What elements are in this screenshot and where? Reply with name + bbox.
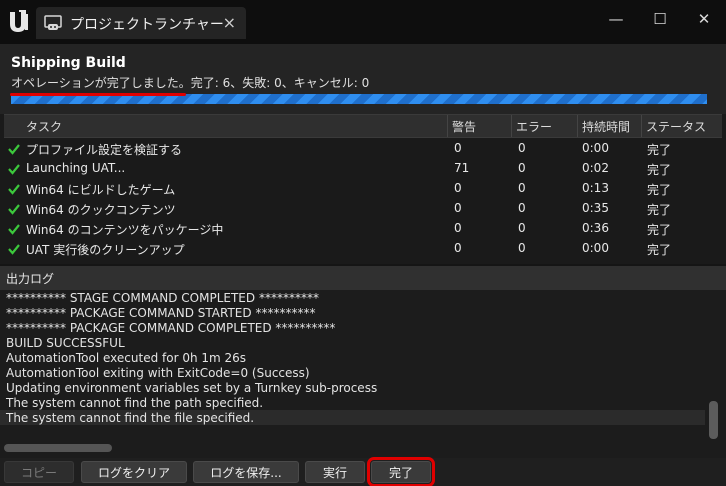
tab-close-icon[interactable]: × (223, 13, 236, 32)
log-line: ********** PACKAGE COMMAND COMPLETED ***… (6, 321, 336, 335)
check-icon (8, 144, 20, 155)
task-name: プロファイル設定を検証する (26, 143, 183, 157)
task-duration: 0:35 (582, 201, 609, 215)
task-warnings: 0 (454, 241, 462, 255)
table-row[interactable]: Win64 にビルドしたゲーム 0 0 0:13 完了 (4, 179, 722, 199)
task-errors: 0 (518, 141, 526, 155)
task-warnings: 0 (454, 181, 462, 195)
task-status: 完了 (647, 183, 672, 197)
task-errors: 0 (518, 241, 526, 255)
check-icon (8, 224, 20, 235)
output-log-title: 出力ログ (6, 272, 55, 286)
table-row[interactable]: Win64 のコンテンツをパッケージ中 0 0 0:36 完了 (4, 219, 722, 239)
job-status-text: オペレーションが完了しました。完了: 6、失敗: 0、キャンセル: 0 (11, 76, 370, 90)
table-row[interactable]: Win64 のクックコンテンツ 0 0 0:35 完了 (4, 199, 722, 219)
close-button[interactable]: ✕ (686, 6, 722, 32)
column-header-errors[interactable]: エラー (516, 118, 552, 135)
column-header-duration[interactable]: 持続時間 (582, 118, 630, 135)
log-horizontal-scrollbar[interactable] (4, 444, 112, 452)
task-name: Win64 のクックコンテンツ (26, 203, 176, 217)
task-errors: 0 (518, 201, 526, 215)
log-line: AutomationTool executed for 0h 1m 26s (6, 351, 247, 365)
column-divider (447, 115, 448, 137)
task-table-header: タスク 警告 エラー 持続時間 ステータス (4, 114, 722, 138)
column-header-task[interactable]: タスク (26, 118, 62, 135)
table-row[interactable]: UAT 実行後のクリーンアップ 0 0 0:00 完了 (4, 239, 722, 259)
task-warnings: 0 (454, 141, 462, 155)
task-status: 完了 (647, 243, 672, 257)
task-status: 完了 (647, 143, 672, 157)
tab-title: プロジェクトランチャー (70, 17, 224, 33)
minimize-button[interactable]: — (598, 6, 634, 32)
task-warnings: 0 (454, 201, 462, 215)
output-log-header: 出力ログ (0, 266, 726, 290)
column-divider (641, 115, 642, 137)
annotation-underline (10, 93, 186, 96)
task-errors: 0 (518, 221, 526, 235)
task-status: 完了 (647, 223, 672, 237)
clear-log-button[interactable]: ログをクリア (81, 461, 187, 483)
column-divider (577, 115, 578, 137)
check-icon (8, 164, 20, 175)
gamepad-icon (44, 15, 62, 30)
unreal-logo-icon (10, 10, 28, 32)
maximize-button[interactable]: ☐ (642, 6, 678, 32)
task-duration: 0:00 (582, 141, 609, 155)
column-header-status[interactable]: ステータス (646, 118, 706, 135)
task-errors: 0 (518, 161, 526, 175)
column-header-warnings[interactable]: 警告 (452, 118, 476, 135)
check-icon (8, 184, 20, 195)
job-title: Shipping Build (11, 55, 126, 71)
log-line: The system cannot find the file specifie… (6, 411, 255, 425)
table-row[interactable]: プロファイル設定を検証する 0 0 0:00 完了 (4, 139, 722, 159)
task-warnings: 71 (454, 161, 470, 175)
log-line: AutomationTool exiting with ExitCode=0 (… (6, 366, 310, 380)
launcher-tab[interactable]: プロジェクトランチャー × (36, 7, 246, 39)
log-vertical-scrollbar[interactable] (709, 401, 718, 439)
log-line: ********** STAGE COMMAND COMPLETED *****… (6, 291, 319, 305)
task-name: Launching UAT... (26, 161, 126, 175)
log-line: Updating environment variables set by a … (6, 381, 378, 395)
task-warnings: 0 (454, 221, 462, 235)
title-bar: プロジェクトランチャー × — ☐ ✕ (0, 0, 726, 44)
task-errors: 0 (518, 181, 526, 195)
table-row[interactable]: Launching UAT... 71 0 0:02 完了 (4, 159, 722, 179)
check-icon (8, 204, 20, 215)
copy-button[interactable]: コピー (4, 461, 74, 483)
task-duration: 0:36 (582, 221, 609, 235)
check-icon (8, 244, 20, 255)
task-name: Win64 にビルドしたゲーム (26, 183, 176, 197)
task-name: Win64 のコンテンツをパッケージ中 (26, 223, 224, 237)
column-divider (511, 115, 512, 137)
log-line: The system cannot find the path specifie… (6, 396, 264, 410)
task-name: UAT 実行後のクリーンアップ (26, 243, 185, 257)
task-status: 完了 (647, 203, 672, 217)
task-status: 完了 (647, 163, 672, 177)
log-line: ********** PACKAGE COMMAND STARTED *****… (6, 306, 316, 320)
task-duration: 0:02 (582, 161, 609, 175)
run-button[interactable]: 実行 (305, 461, 365, 483)
log-line: BUILD SUCCESSFUL (6, 336, 125, 350)
task-duration: 0:00 (582, 241, 609, 255)
task-duration: 0:13 (582, 181, 609, 195)
save-log-button[interactable]: ログを保存... (193, 461, 299, 483)
done-button[interactable]: 完了 (367, 457, 435, 486)
